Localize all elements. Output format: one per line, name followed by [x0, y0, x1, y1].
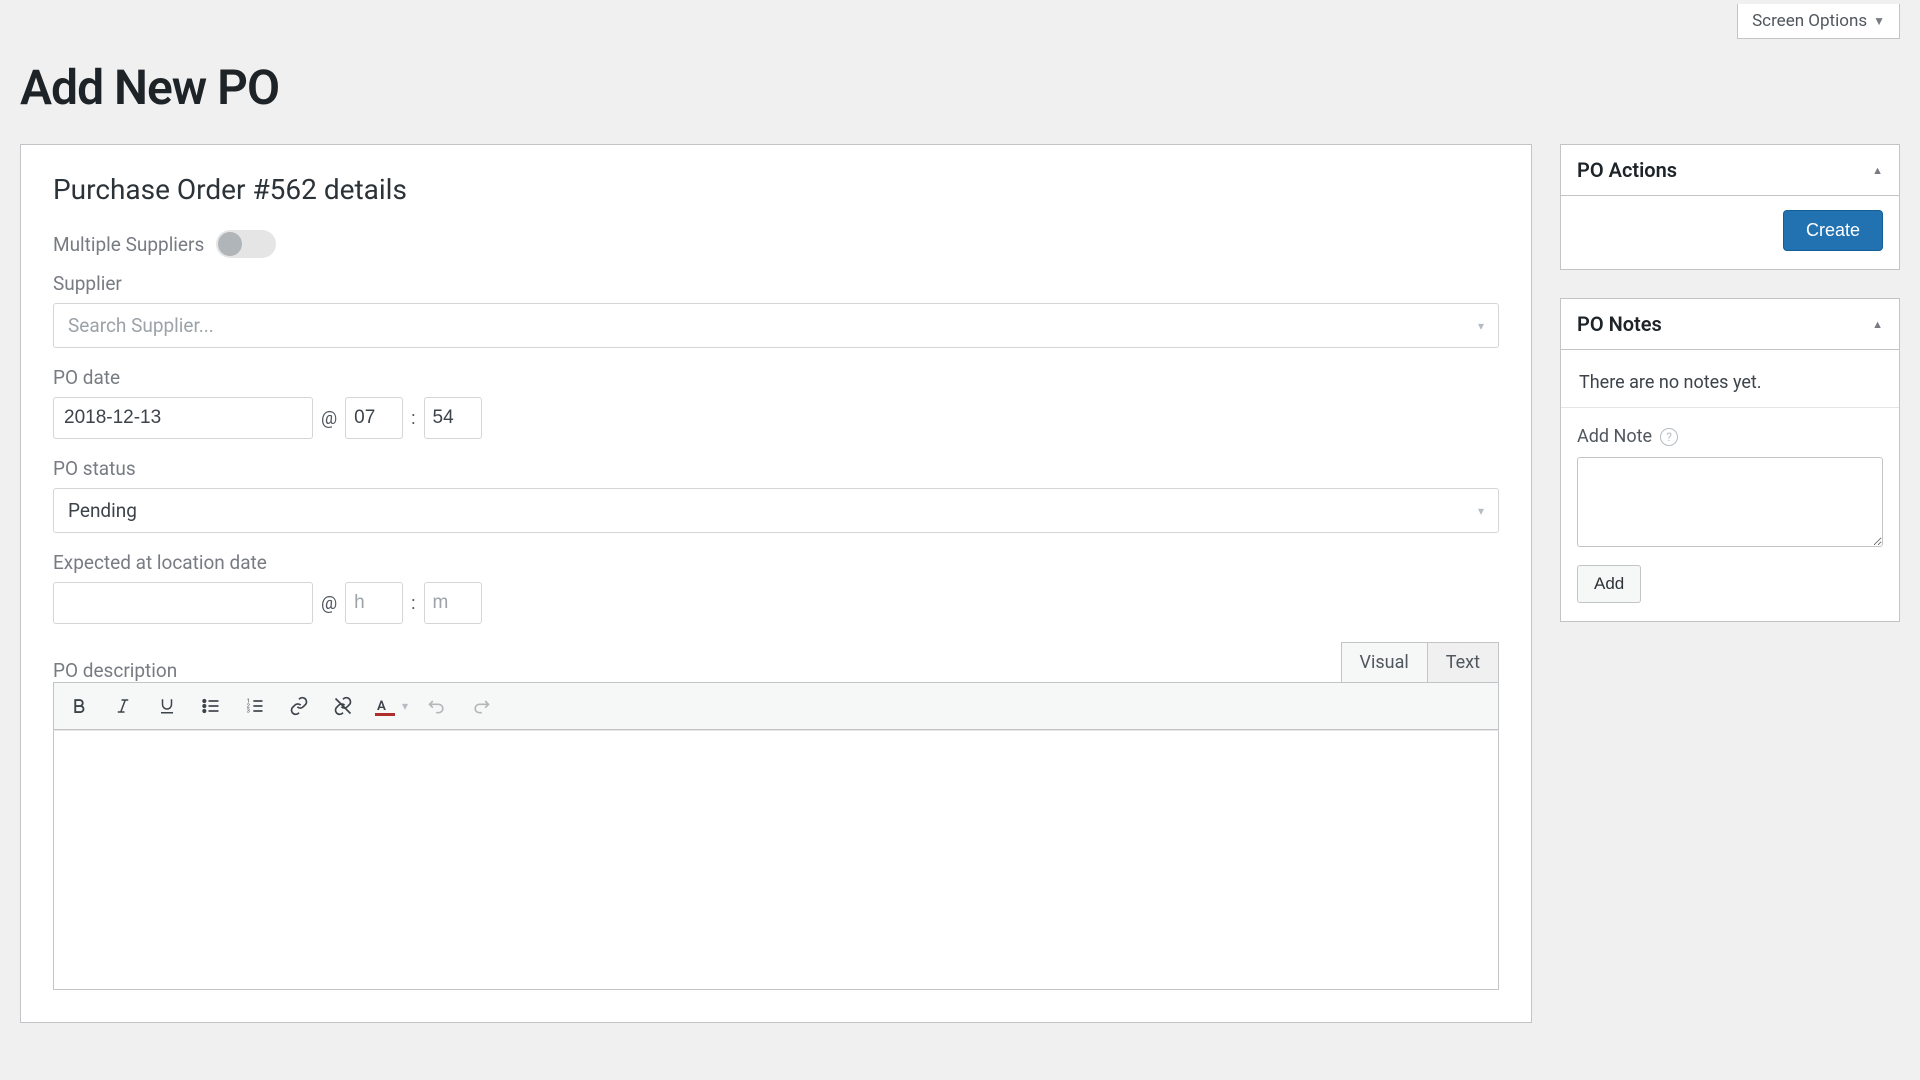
supplier-label: Supplier	[53, 272, 1499, 295]
unlink-icon[interactable]	[328, 690, 358, 722]
po-hour-input[interactable]	[345, 397, 403, 439]
chevron-down-icon: ▾	[1478, 504, 1484, 518]
at-symbol: @	[319, 593, 339, 614]
link-icon[interactable]	[284, 690, 314, 722]
editor-body[interactable]	[53, 730, 1499, 990]
expected-date-label: Expected at location date	[53, 551, 1499, 574]
svg-text:3: 3	[247, 709, 250, 715]
create-button[interactable]: Create	[1783, 210, 1883, 251]
expected-minute-input[interactable]	[424, 582, 482, 624]
editor-toolbar: 123 A ▾	[53, 682, 1499, 730]
colon-symbol: :	[409, 593, 417, 614]
undo-icon[interactable]	[422, 690, 452, 722]
tab-text[interactable]: Text	[1428, 642, 1499, 682]
notes-empty-text: There are no notes yet.	[1577, 364, 1883, 407]
expected-hour-input[interactable]	[345, 582, 403, 624]
screen-options-toggle[interactable]: Screen Options ▼	[1737, 4, 1900, 39]
numbered-list-icon[interactable]: 123	[240, 690, 270, 722]
po-status-value: Pending	[68, 499, 137, 522]
po-minute-input[interactable]	[424, 397, 482, 439]
add-note-button[interactable]: Add	[1577, 565, 1641, 603]
chevron-down-icon: ▾	[1478, 319, 1484, 333]
collapse-icon[interactable]: ▲	[1872, 318, 1883, 331]
expected-date-input[interactable]	[53, 582, 313, 624]
divider	[1561, 407, 1899, 408]
svg-text:A: A	[377, 699, 386, 714]
caret-down-icon: ▼	[1873, 14, 1885, 28]
po-status-label: PO status	[53, 457, 1499, 480]
collapse-icon[interactable]: ▲	[1872, 164, 1883, 177]
po-details-panel: Purchase Order #562 details Multiple Sup…	[20, 144, 1532, 1023]
po-details-heading: Purchase Order #562 details	[53, 173, 1499, 206]
add-note-label: Add Note	[1577, 426, 1652, 447]
po-status-select[interactable]: Pending ▾	[53, 488, 1499, 533]
toggle-knob	[218, 232, 242, 256]
bullet-list-icon[interactable]	[196, 690, 226, 722]
multiple-suppliers-toggle[interactable]	[216, 230, 276, 258]
underline-icon[interactable]	[152, 690, 182, 722]
po-notes-panel: PO Notes ▲ There are no notes yet. Add N…	[1560, 298, 1900, 622]
help-icon[interactable]: ?	[1660, 428, 1678, 446]
bold-icon[interactable]	[64, 690, 94, 722]
text-color-icon: A	[372, 696, 398, 716]
text-color-picker[interactable]: A ▾	[372, 696, 408, 716]
italic-icon[interactable]	[108, 690, 138, 722]
po-date-label: PO date	[53, 366, 1499, 389]
supplier-placeholder: Search Supplier...	[68, 314, 214, 337]
po-actions-panel: PO Actions ▲ Create	[1560, 144, 1900, 270]
multiple-suppliers-label: Multiple Suppliers	[53, 233, 204, 256]
po-actions-title: PO Actions	[1577, 158, 1677, 182]
screen-options-label: Screen Options	[1752, 11, 1867, 31]
po-date-input[interactable]	[53, 397, 313, 439]
redo-icon[interactable]	[466, 690, 496, 722]
colon-symbol: :	[409, 408, 417, 429]
caret-down-icon: ▾	[402, 699, 408, 713]
tab-visual[interactable]: Visual	[1341, 642, 1428, 682]
supplier-select[interactable]: Search Supplier... ▾	[53, 303, 1499, 348]
page-title: Add New PO	[20, 59, 1900, 116]
at-symbol: @	[319, 408, 339, 429]
po-description-label: PO description	[53, 659, 177, 682]
po-notes-title: PO Notes	[1577, 312, 1662, 336]
note-textarea[interactable]	[1577, 457, 1883, 547]
